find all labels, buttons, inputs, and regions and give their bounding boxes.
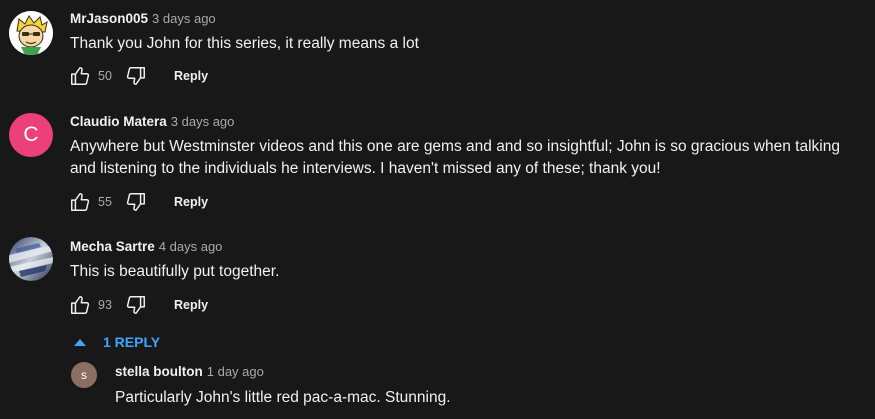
view-replies-button[interactable]: 1 REPLY: [74, 331, 160, 353]
thumbs-up-icon: [71, 67, 90, 85]
thumbs-down-icon: [126, 193, 145, 211]
comment-time[interactable]: 3 days ago: [152, 11, 216, 26]
comment-header: MrJason005 3 days ago: [70, 10, 216, 28]
comment-author[interactable]: Mecha Sartre: [70, 239, 155, 254]
avatar[interactable]: s: [71, 362, 97, 388]
thumbs-up-icon: [71, 296, 90, 314]
thumbs-down-icon: [126, 296, 145, 314]
comment-actions: 93 Reply: [68, 293, 208, 317]
reply-text: Particularly John's little red pac-a-mac…: [115, 389, 451, 406]
replies-count-label: 1 REPLY: [103, 334, 161, 350]
reply-button[interactable]: Reply: [174, 195, 208, 209]
comment-actions: 55 Reply: [68, 190, 208, 214]
comment-header: Mecha Sartre 4 days ago: [70, 238, 222, 256]
reply-button[interactable]: Reply: [174, 298, 208, 312]
reply-header: stella boulton 1 day ago: [115, 363, 264, 381]
reply-author[interactable]: stella boulton: [115, 364, 203, 379]
like-count: 50: [98, 69, 112, 83]
reply-time[interactable]: 1 day ago: [207, 364, 264, 379]
avatar[interactable]: [9, 11, 53, 55]
comment-text: Thank you John for this series, it reall…: [70, 35, 419, 52]
comment-time[interactable]: 3 days ago: [171, 114, 235, 129]
avatar[interactable]: C: [9, 113, 53, 157]
dislike-button[interactable]: [124, 64, 148, 88]
dislike-button[interactable]: [124, 293, 148, 317]
cartoon-character-avatar-icon: [9, 11, 53, 55]
avatar[interactable]: [9, 237, 53, 281]
reply-button[interactable]: Reply: [174, 69, 208, 83]
comment-author[interactable]: MrJason005: [70, 11, 148, 26]
like-button[interactable]: [68, 293, 92, 317]
thumbs-down-icon: [126, 67, 145, 85]
comment-actions: 50 Reply: [68, 64, 208, 88]
comment-author[interactable]: Claudio Matera: [70, 114, 167, 129]
comments-section: MrJason005 3 days ago Thank you John for …: [0, 0, 875, 419]
like-button[interactable]: [68, 64, 92, 88]
comment-header: Claudio Matera 3 days ago: [70, 113, 234, 131]
dislike-button[interactable]: [124, 190, 148, 214]
like-count: 93: [98, 298, 112, 312]
like-count: 55: [98, 195, 112, 209]
comment-text: This is beautifully put together.: [70, 263, 280, 280]
triangle-up-icon: [74, 338, 86, 346]
comment-text: Anywhere but Westminster videos and this…: [70, 138, 840, 177]
thumbs-up-icon: [71, 193, 90, 211]
comment-time[interactable]: 4 days ago: [159, 239, 223, 254]
like-button[interactable]: [68, 190, 92, 214]
abstract-photo-avatar-icon: [9, 237, 53, 281]
